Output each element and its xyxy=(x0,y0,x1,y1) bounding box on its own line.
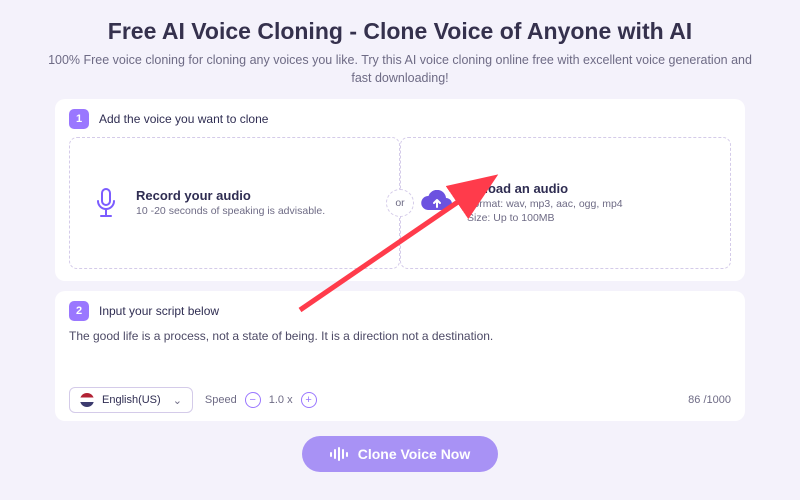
page-title: Free AI Voice Cloning - Clone Voice of A… xyxy=(108,18,692,45)
step1-label: Add the voice you want to clone xyxy=(99,112,268,126)
upload-desc2: Size: Up to 100MB xyxy=(467,211,623,226)
language-value: English(US) xyxy=(102,394,161,406)
language-select[interactable]: English(US) ⌄ xyxy=(69,387,193,413)
step1-header: 1 Add the voice you want to clone xyxy=(69,109,731,129)
speed-label: Speed xyxy=(205,394,237,406)
step2-panel: 2 Input your script below The good life … xyxy=(55,291,745,421)
record-text-block: Record your audio 10 -20 seconds of spea… xyxy=(136,188,325,219)
step2-header: 2 Input your script below xyxy=(69,301,731,321)
record-audio-card[interactable]: Record your audio 10 -20 seconds of spea… xyxy=(69,137,400,269)
speed-increase-button[interactable]: + xyxy=(301,392,317,408)
record-desc: 10 -20 seconds of speaking is advisable. xyxy=(136,204,325,219)
char-counter: 86 /1000 xyxy=(688,394,731,406)
microphone-icon xyxy=(88,185,124,221)
script-textarea[interactable]: The good life is a process, not a state … xyxy=(69,329,731,381)
step1-options: Record your audio 10 -20 seconds of spea… xyxy=(69,137,731,269)
record-title: Record your audio xyxy=(136,188,325,203)
upload-desc1: Format: wav, mp3, aac, ogg, mp4 xyxy=(467,197,623,212)
cta-label: Clone Voice Now xyxy=(358,446,471,462)
upload-title: Upload an audio xyxy=(467,181,623,196)
step2-badge: 2 xyxy=(69,301,89,321)
chevron-down-icon: ⌄ xyxy=(173,394,182,407)
step1-panel: 1 Add the voice you want to clone Record… xyxy=(55,99,745,281)
clone-voice-button[interactable]: Clone Voice Now xyxy=(302,436,499,472)
cloud-upload-icon xyxy=(419,185,455,221)
step2-label: Input your script below xyxy=(99,304,219,318)
us-flag-icon xyxy=(80,393,94,407)
speed-control: Speed − 1.0 x + xyxy=(205,392,317,408)
upload-audio-card[interactable]: Upload an audio Format: wav, mp3, aac, o… xyxy=(400,137,731,269)
speed-value: 1.0 x xyxy=(269,394,293,406)
speed-decrease-button[interactable]: − xyxy=(245,392,261,408)
step1-badge: 1 xyxy=(69,109,89,129)
upload-text-block: Upload an audio Format: wav, mp3, aac, o… xyxy=(467,181,623,226)
waveform-icon xyxy=(330,447,348,461)
script-footer: English(US) ⌄ Speed − 1.0 x + 86 /1000 xyxy=(69,387,731,413)
page-subtitle: 100% Free voice cloning for cloning any … xyxy=(40,51,760,87)
